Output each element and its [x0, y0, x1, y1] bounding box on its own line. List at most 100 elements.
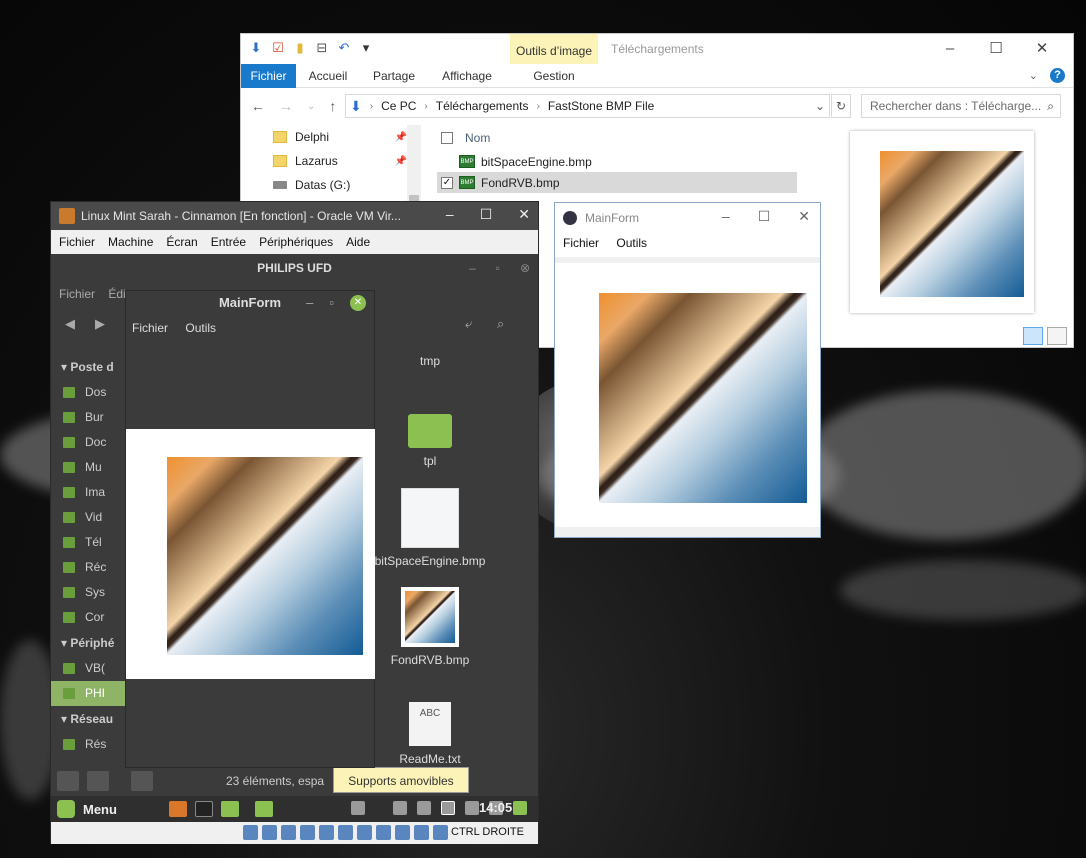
breadcrumb-item[interactable]: FastStone BMP File [548, 99, 655, 113]
menu-file[interactable]: Fichier [132, 321, 168, 335]
help-icon[interactable]: ? [1050, 68, 1065, 83]
nav-item-lazarus[interactable]: Lazarus 📌 [241, 149, 421, 173]
places-toggle-icon[interactable] [57, 771, 79, 791]
details-view-icon[interactable] [1023, 327, 1043, 345]
menu-tools[interactable]: Outils [185, 321, 216, 335]
trash-icon[interactable] [393, 801, 407, 815]
pin-icon[interactable]: 📌 [395, 156, 407, 167]
mouse-icon[interactable] [414, 825, 429, 840]
hide-sidebar-icon[interactable] [131, 771, 153, 791]
minimize-icon[interactable]: – [469, 254, 476, 282]
address-bar[interactable]: ⬇ › Ce PC › Téléchargements › FastStone … [345, 94, 830, 118]
hdd-icon[interactable] [243, 825, 258, 840]
grid-item-folder[interactable]: tpl [370, 414, 490, 468]
removable-drive-icon[interactable] [441, 801, 455, 815]
chevron-down-icon[interactable]: ⌄ [815, 99, 825, 113]
image-tools-context-tab[interactable]: Outils d’image [510, 34, 598, 64]
maximize-icon[interactable]: ▫ [496, 254, 500, 282]
new-folder-icon[interactable]: ▮ [293, 40, 307, 56]
file-checkbox[interactable]: ✓ [441, 176, 453, 189]
minimize-icon[interactable]: – [722, 208, 730, 225]
menu-button[interactable]: Menu [57, 800, 117, 818]
menu-tools[interactable]: Outils [616, 236, 647, 250]
rename-icon[interactable]: ⊟ [315, 40, 329, 56]
keyboard-icon[interactable] [433, 825, 448, 840]
back-icon[interactable]: ◀ [65, 316, 75, 332]
nav-item-datas-drive[interactable]: Datas (G:) [241, 173, 421, 197]
video-capture-icon[interactable] [376, 825, 391, 840]
minimize-icon[interactable]: – [306, 291, 313, 315]
close-icon[interactable]: ✕ [1019, 36, 1065, 62]
cpu-icon[interactable] [395, 825, 410, 840]
expand-ribbon-icon[interactable]: ⌄ [1029, 69, 1038, 82]
refresh-button[interactable]: ↻ [831, 94, 851, 118]
menu-edit[interactable]: Édi [108, 287, 125, 301]
search-icon[interactable]: ⌕ [497, 316, 504, 332]
terminal-icon[interactable] [195, 801, 213, 817]
pin-icon[interactable]: 📌 [395, 132, 407, 143]
close-icon[interactable]: ✕ [350, 295, 366, 311]
folder-icon[interactable] [255, 801, 273, 817]
maximize-icon[interactable]: ☐ [758, 208, 771, 225]
menu-file[interactable]: Fichier [59, 235, 95, 249]
select-all-checkbox[interactable] [441, 132, 453, 144]
forward-icon[interactable]: ▶ [95, 316, 105, 332]
breadcrumb-item[interactable]: Ce PC [381, 99, 416, 113]
back-arrow-icon[interactable]: ← [251, 98, 265, 114]
undo-icon[interactable]: ↶ [337, 40, 351, 56]
up-arrow-icon[interactable]: ↑ [329, 98, 336, 114]
user-icon[interactable] [417, 801, 431, 815]
customize-qat-icon[interactable]: ▾ [359, 40, 373, 56]
tree-toggle-icon[interactable] [87, 771, 109, 791]
search-input[interactable]: Rechercher dans : Télécharge... ⌕ [861, 94, 1061, 118]
menu-help[interactable]: Aide [346, 235, 370, 249]
shield-icon[interactable] [513, 801, 527, 815]
shared-folders-icon[interactable] [338, 825, 353, 840]
minimize-icon[interactable]: – [927, 36, 973, 62]
close-icon[interactable]: ⊗ [520, 254, 530, 282]
grid-item-file[interactable]: FondRVB.bmp [370, 587, 490, 667]
menu-devices[interactable]: Périphériques [259, 235, 333, 249]
file-row[interactable]: BMP bitSpaceEngine.bmp [437, 151, 797, 172]
close-icon[interactable]: ✕ [798, 208, 810, 225]
paw-icon[interactable] [351, 801, 365, 815]
audio-icon[interactable] [281, 825, 296, 840]
maximize-icon[interactable]: ▫ [329, 291, 334, 315]
tab-manage[interactable]: Gestion [510, 64, 598, 88]
minimize-icon[interactable]: – [446, 206, 454, 223]
column-name-header[interactable]: Nom [465, 131, 490, 145]
menu-file[interactable]: Fichier [59, 287, 95, 301]
forward-arrow-icon[interactable]: → [279, 98, 293, 114]
down-arrow-icon[interactable]: ⬇ [249, 40, 263, 56]
firefox-icon[interactable] [169, 801, 187, 817]
grid-item-file[interactable]: bitSpaceEngine.bmp [370, 488, 490, 568]
grid-item-file[interactable]: ABC ReadMe.txt [370, 702, 490, 766]
toggle-path-icon[interactable]: ⤶ [465, 316, 472, 332]
tab-view[interactable]: Affichage [435, 64, 499, 88]
network-icon[interactable] [465, 801, 479, 815]
nav-scrollbar[interactable] [407, 125, 421, 215]
tab-file[interactable]: Fichier [241, 64, 296, 88]
maximize-icon[interactable]: ☐ [480, 206, 493, 223]
menu-file[interactable]: Fichier [563, 236, 599, 250]
usb-icon[interactable] [319, 825, 334, 840]
large-icons-view-icon[interactable] [1047, 327, 1067, 345]
display-icon[interactable] [357, 825, 372, 840]
files-icon[interactable] [221, 801, 239, 817]
network-icon[interactable] [300, 825, 315, 840]
menu-machine[interactable]: Machine [108, 235, 153, 249]
recent-dropdown-icon[interactable]: ⌄ [307, 98, 315, 114]
tab-home[interactable]: Accueil [299, 64, 357, 88]
nav-item-delphi[interactable]: Delphi 📌 [241, 125, 421, 149]
close-icon[interactable]: ✕ [518, 206, 530, 223]
grid-item-folder[interactable]: tmp [370, 354, 490, 368]
menu-input[interactable]: Entrée [211, 235, 246, 249]
breadcrumb-item[interactable]: Téléchargements [436, 99, 529, 113]
maximize-icon[interactable]: ☐ [973, 36, 1019, 62]
properties-icon[interactable]: ☑ [271, 40, 285, 56]
file-row-selected[interactable]: ✓ BMP FondRVB.bmp [437, 172, 797, 193]
menu-screen[interactable]: Écran [166, 235, 197, 249]
clock[interactable]: 14:05 [479, 800, 512, 815]
tab-share[interactable]: Partage [365, 64, 423, 88]
optical-drive-icon[interactable] [262, 825, 277, 840]
